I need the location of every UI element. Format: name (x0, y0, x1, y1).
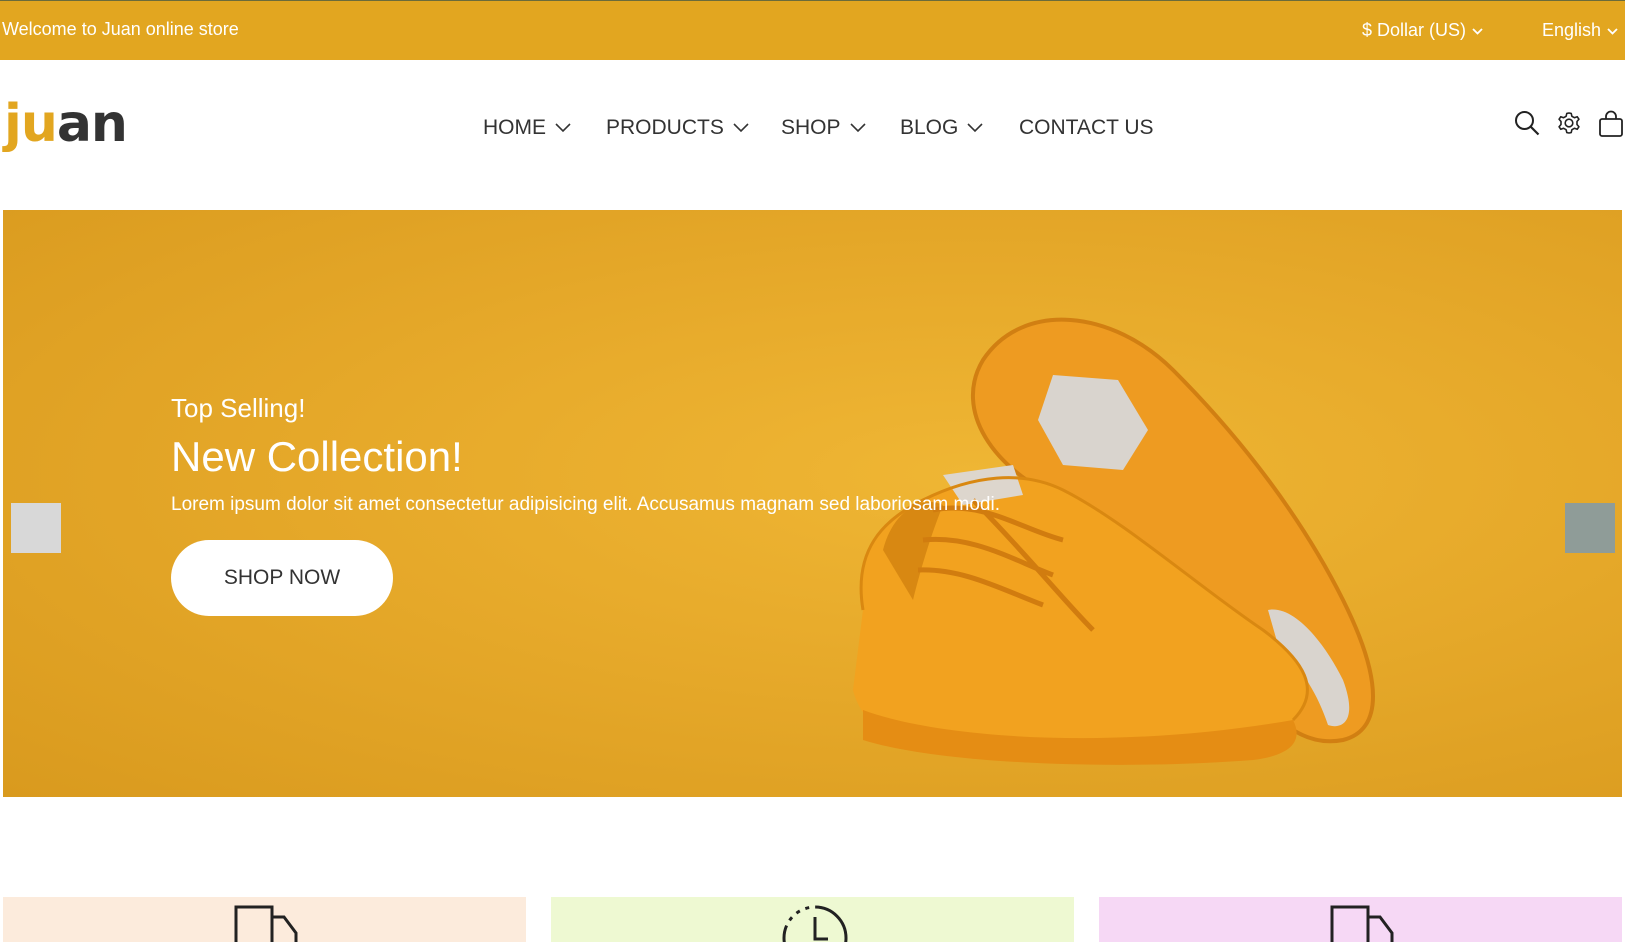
currency-label: $ Dollar (US) (1362, 20, 1467, 40)
hero-slider: Top Selling! New Collection! Lorem ipsum… (3, 210, 1622, 797)
chevron-down-icon (555, 123, 571, 133)
search-icon[interactable] (1514, 110, 1540, 136)
hero-subtitle: Top Selling! (171, 393, 306, 423)
chevron-down-icon (1607, 28, 1618, 35)
shop-now-button[interactable]: SHOP NOW (171, 540, 393, 616)
hero-title: New Collection! (171, 433, 463, 480)
chevron-down-icon (849, 123, 866, 133)
feature-box (551, 897, 1074, 942)
clock-icon (782, 905, 848, 942)
nav-item-products[interactable]: PRODUCTS (606, 116, 749, 140)
chevron-down-icon (733, 123, 749, 133)
feature-box (3, 897, 526, 942)
logo[interactable]: juan (4, 94, 128, 154)
sneaker-image (853, 317, 1375, 765)
nav-item-label: SHOP (781, 116, 841, 139)
slider-next-button[interactable] (1565, 503, 1615, 553)
slider-prev-button[interactable] (11, 503, 61, 553)
truck-icon (234, 905, 298, 942)
nav-item-label: HOME (483, 116, 546, 139)
welcome-text: Welcome to Juan online store (2, 19, 239, 39)
main-header: juan HOME PRODUCTS SHOP BLOG CONTACT US (0, 60, 1625, 210)
gear-icon[interactable] (1556, 110, 1582, 136)
logo-part-ju: ju (4, 94, 58, 154)
nav-item-shop[interactable]: SHOP (781, 116, 866, 140)
shopping-bag-icon[interactable] (1598, 110, 1624, 138)
language-selector[interactable]: English (1542, 20, 1618, 41)
nav-item-label: CONTACT US (1019, 116, 1154, 139)
logo-part-an: an (56, 94, 128, 154)
nav-item-label: PRODUCTS (606, 116, 724, 139)
chevron-down-icon (1472, 28, 1483, 35)
hero-description: Lorem ipsum dolor sit amet consectetur a… (171, 494, 1000, 515)
currency-selector[interactable]: $ Dollar (US) (1362, 20, 1483, 41)
language-label: English (1542, 20, 1602, 40)
truck-icon (1330, 905, 1394, 942)
feature-box (1099, 897, 1622, 942)
nav-item-home[interactable]: HOME (483, 116, 571, 140)
nav-item-label: BLOG (900, 116, 959, 139)
nav-item-blog[interactable]: BLOG (900, 116, 983, 140)
chevron-down-icon (967, 123, 983, 133)
nav-item-contact-us[interactable]: CONTACT US (1019, 116, 1154, 140)
top-bar: Welcome to Juan online store $ Dollar (U… (0, 0, 1625, 60)
